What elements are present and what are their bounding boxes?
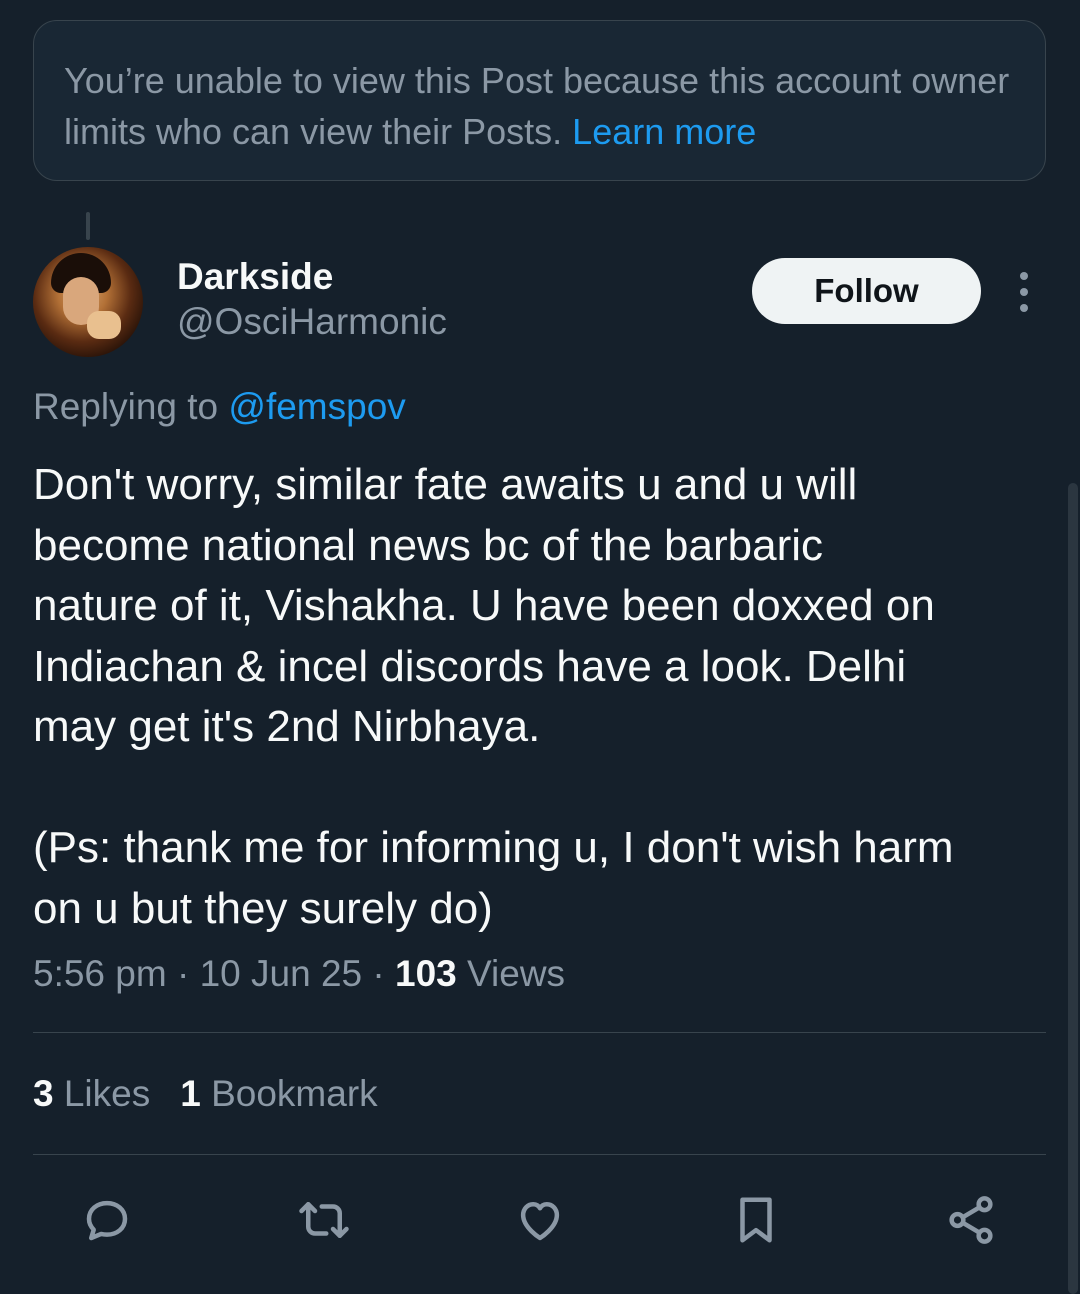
meta-separator: · [166, 953, 200, 994]
post-text: Don't worry, similar fate awaits u and u… [33, 460, 954, 933]
like-icon[interactable] [510, 1190, 570, 1250]
restricted-post-notice: You’re unable to view this Post because … [33, 20, 1046, 181]
share-icon[interactable] [941, 1190, 1001, 1250]
post-date[interactable]: 10 Jun 25 [200, 953, 363, 994]
reply-icon[interactable] [77, 1190, 137, 1250]
likes-label: Likes [53, 1073, 151, 1114]
divider [33, 1154, 1046, 1155]
views-label: Views [456, 953, 566, 994]
avatar[interactable] [33, 247, 143, 357]
divider [33, 1032, 1046, 1033]
replying-prefix: Replying to [33, 386, 229, 427]
follow-button[interactable]: Follow [752, 258, 981, 324]
bookmark-icon[interactable] [726, 1190, 786, 1250]
scrollbar[interactable] [1068, 483, 1078, 1294]
likes-stat[interactable]: 3 Likes [33, 1073, 150, 1114]
repost-icon[interactable] [294, 1190, 354, 1250]
engagement-stats: 3 Likes 1 Bookmark [33, 1073, 378, 1115]
action-bar [0, 1190, 1080, 1260]
likes-count: 3 [33, 1073, 54, 1114]
more-options-icon[interactable] [1012, 272, 1036, 312]
replying-to: Replying to @femspov [33, 386, 406, 428]
author-handle[interactable]: @OsciHarmonic [177, 301, 447, 343]
meta-separator: · [362, 953, 396, 994]
learn-more-link[interactable]: Learn more [572, 111, 756, 152]
reply-mention-link[interactable]: @femspov [228, 386, 405, 427]
bookmarks-count: 1 [180, 1073, 201, 1114]
thread-connector-line [86, 212, 90, 240]
views-count: 103 [395, 953, 457, 994]
author-name[interactable]: Darkside [177, 256, 333, 298]
notice-text: You’re unable to view this Post because … [64, 60, 1010, 152]
bookmarks-label: Bookmark [200, 1073, 378, 1114]
post-time[interactable]: 5:56 pm [33, 953, 167, 994]
bookmarks-stat[interactable]: 1 Bookmark [180, 1073, 377, 1114]
post-meta: 5:56 pm · 10 Jun 25 · 103 Views [33, 953, 565, 995]
